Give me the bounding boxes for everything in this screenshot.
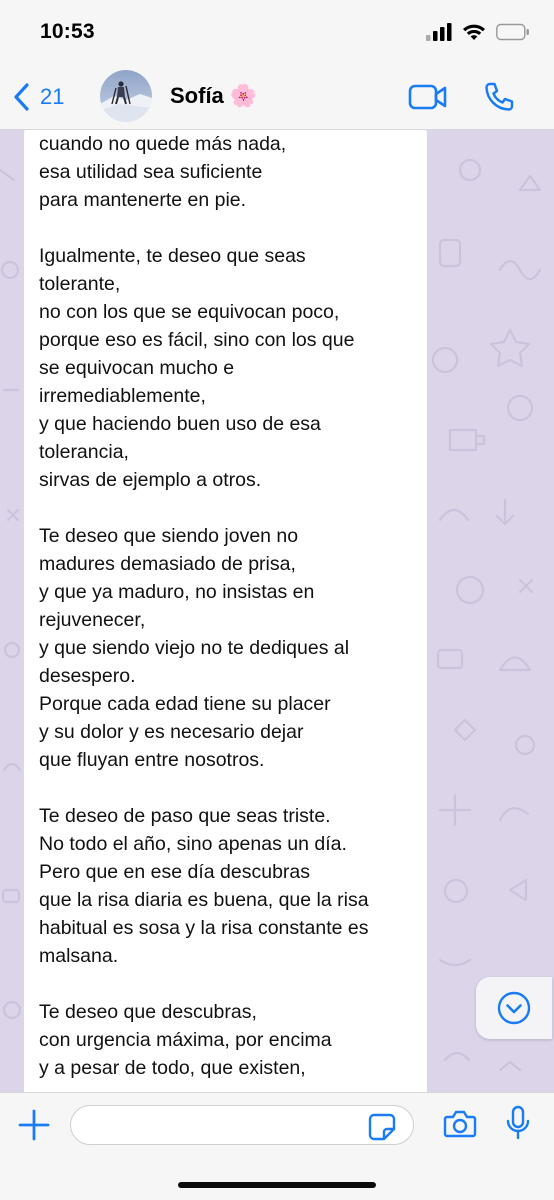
message-line: Te deseo de paso que seas triste. — [39, 805, 331, 827]
status-time: 10:53 — [40, 20, 95, 43]
message-line: que fluyan entre nosotros. — [39, 749, 265, 771]
attach-button[interactable] — [16, 1107, 52, 1148]
message-line: esa utilidad sea suficiente — [39, 161, 263, 183]
back-chevron-icon — [14, 83, 29, 111]
message-line: No todo el año, sino apenas un día. — [39, 833, 347, 855]
message-line: y que siendo viejo no te dediques al — [39, 637, 350, 659]
video-call-icon — [408, 84, 447, 110]
status-icons — [426, 22, 530, 42]
message-line: irremediablemente, — [39, 385, 206, 407]
message-line: para mantenerte en pie. — [39, 189, 247, 211]
message-line: Porque cada edad tiene su placer — [39, 693, 331, 715]
message-line: habitual es sosa y la risa constante es — [39, 917, 369, 939]
sticker-icon — [368, 1113, 396, 1141]
message-line — [39, 774, 413, 802]
message-line: que la risa diaria es buena, que la risa — [39, 889, 369, 911]
message-input[interactable] — [70, 1105, 414, 1145]
cellular-signal-icon — [426, 23, 452, 41]
message-line: malsana. — [39, 945, 119, 967]
chevron-down-circle-icon — [497, 991, 531, 1025]
message-line: Te deseo que siendo joven no — [39, 525, 299, 547]
voice-call-button[interactable] — [482, 80, 516, 119]
voice-message-button[interactable] — [505, 1105, 531, 1146]
sticker-button[interactable] — [368, 1113, 396, 1146]
message-line: y a pesar de todo, que existen, — [39, 1057, 306, 1079]
message-line: no con los que se equivocan poco, — [39, 301, 340, 323]
message-line: rejuvenecer, — [39, 609, 146, 631]
message-line — [39, 494, 413, 522]
home-indicator[interactable] — [178, 1182, 376, 1188]
message-line: porque eso es fácil, sino con los que — [39, 329, 355, 351]
scroll-to-bottom-button[interactable] — [476, 977, 552, 1039]
plus-icon — [18, 1109, 50, 1141]
unread-count[interactable]: 21 — [40, 84, 64, 110]
chat-area[interactable]: cuando no quede más nada, esa utilidad se… — [0, 130, 554, 1092]
message-line: y que ya maduro, no insistas en — [39, 581, 315, 603]
wifi-icon — [463, 24, 485, 40]
camera-button[interactable] — [443, 1109, 477, 1144]
message-bubble[interactable]: cuando no quede más nada, esa utilidad se… — [24, 130, 427, 1092]
back-button[interactable]: 21 — [12, 82, 64, 112]
message-line: Te deseo que descubras, — [39, 1001, 257, 1023]
message-line — [39, 214, 413, 242]
chat-header: 21 Sofía 🌸 — [0, 66, 554, 130]
message-text: cuando no quede más nada, esa utilidad se… — [39, 130, 413, 1082]
message-line: cuando no quede más nada, — [39, 133, 287, 155]
message-line: madures demasiado de prisa, — [39, 553, 296, 575]
message-line: y que haciendo buen uso de esa — [39, 413, 321, 435]
status-bar: 10:53 — [0, 0, 554, 66]
message-line — [39, 970, 413, 998]
message-line: con urgencia máxima, por encima — [39, 1029, 332, 1051]
battery-icon — [496, 23, 529, 41]
contact-avatar[interactable] — [100, 70, 152, 122]
phone-icon — [485, 82, 514, 111]
message-line: tolerancia, — [39, 441, 129, 463]
contact-name[interactable]: Sofía 🌸 — [170, 83, 257, 109]
camera-icon — [443, 1110, 477, 1138]
message-line: tolerante, — [39, 273, 121, 295]
message-line: y su dolor y es necesario dejar — [39, 721, 304, 743]
message-line: Pero que en ese día descubras — [39, 861, 311, 883]
message-line: desespero. — [39, 665, 136, 687]
avatar-photo — [100, 70, 152, 122]
message-line: sirvas de ejemplo a otros. — [39, 469, 262, 491]
message-line: se equivocan mucho e — [39, 357, 235, 379]
microphone-icon — [506, 1105, 530, 1140]
message-line: Igualmente, te deseo que seas — [39, 245, 306, 267]
video-call-button[interactable] — [408, 82, 448, 117]
